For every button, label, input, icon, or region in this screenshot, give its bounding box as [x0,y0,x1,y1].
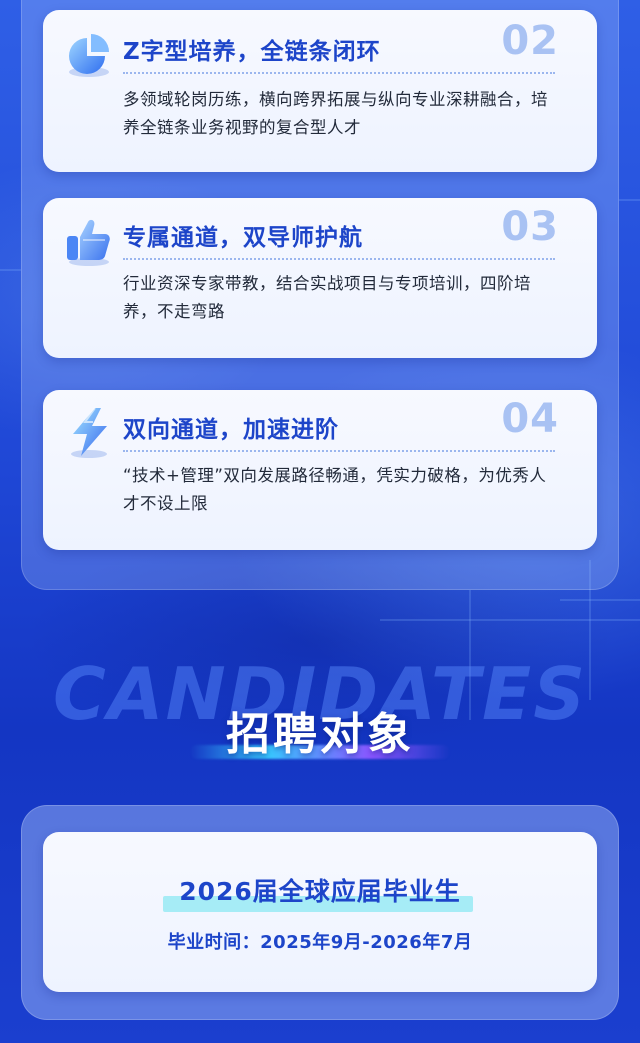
feature-number: 03 [501,204,559,250]
feature-card-02: Z字型培养，全链条闭环 02 多领域轮岗历练，横向跨界拓展与纵向专业深耕融合，培… [43,10,597,172]
feature-card-04: 双向通道，加速进阶 04 “技术+管理”双向发展路径畅通，凭实力破格，为优秀人才… [43,390,597,550]
candidates-card [43,832,597,992]
feature-number: 04 [501,396,559,442]
thumbs-up-icon [61,212,117,268]
section-title: 招聘对象 [226,709,414,760]
graduation-period: 毕业时间：2025年9月-2026年7月 [167,932,473,953]
feature-number: 02 [501,18,559,64]
feature-description: 多领域轮岗历练，横向跨界拓展与纵向专业深耕融合，培养全链条业务视野的复合型人才 [123,90,548,137]
pie-chart-icon [61,26,117,82]
candidates-title: 2026届全球应届毕业生 [179,877,461,906]
feature-title: 专属通道，双导师护航 [123,225,363,251]
feature-divider [123,258,555,260]
feature-card-03: 专属通道，双导师护航 03 行业资深专家带教，结合实战项目与专项培训，四阶培养，… [43,198,597,358]
lightning-icon [61,404,117,460]
feature-divider [123,450,555,452]
feature-divider [123,72,555,74]
feature-description: 行业资深专家带教，结合实战项目与专项培训，四阶培养，不走弯路 [123,274,531,321]
feature-title: 双向通道，加速进阶 [123,417,339,443]
feature-title: Z字型培养，全链条闭环 [123,39,381,65]
feature-description: “技术+管理”双向发展路径畅通，凭实力破格，为优秀人才不设上限 [123,466,547,513]
